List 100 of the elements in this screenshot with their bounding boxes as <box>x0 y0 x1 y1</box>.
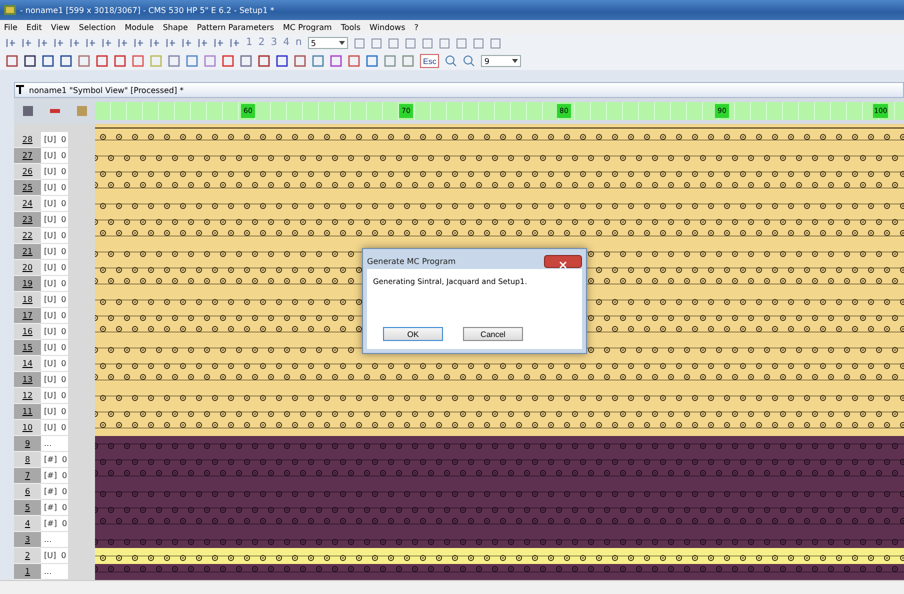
row-code: [U] 0 <box>41 324 68 340</box>
row-number[interactable]: 11 <box>14 404 41 420</box>
toolbar-number[interactable]: 3 <box>270 37 278 49</box>
toolbar-icon[interactable] <box>388 38 399 48</box>
drawing-tool-icon[interactable] <box>294 55 306 67</box>
row-number[interactable]: 7 <box>14 468 41 484</box>
menu-item[interactable]: Selection <box>78 22 116 32</box>
menu-item[interactable]: Windows <box>370 22 406 32</box>
row-value: 0 <box>61 151 66 160</box>
app-icon <box>4 5 16 15</box>
menu-item[interactable]: MC Program <box>283 22 332 32</box>
toolbar-icon[interactable] <box>490 38 501 48</box>
row-value: 0 <box>61 375 66 384</box>
window-title: - noname1 [599 x 3018/3067] - CMS 530 HP 5" E 6.2 - Setup1 * <box>20 6 274 14</box>
menu-item[interactable]: Pattern Parameters <box>196 22 274 32</box>
toolbar-icon[interactable] <box>422 38 433 48</box>
toolbar-number[interactable]: n <box>296 37 302 49</box>
cancel-button[interactable]: Cancel <box>463 327 523 341</box>
row-code: [U] 0 <box>41 180 68 196</box>
toolbar-number[interactable]: 1 <box>246 37 252 49</box>
row-number[interactable]: 21 <box>14 244 41 260</box>
menu-item[interactable]: ? <box>414 22 419 32</box>
row-number[interactable]: 17 <box>14 308 41 324</box>
menu-item[interactable]: File <box>4 22 18 32</box>
row-number[interactable]: 1 <box>14 564 41 580</box>
row-number[interactable]: 5 <box>14 500 41 516</box>
text-icon <box>15 85 25 95</box>
drawing-tool-icon[interactable] <box>60 55 72 67</box>
toolbar-icon[interactable] <box>438 38 450 48</box>
row-value: 0 <box>62 471 68 480</box>
row-code: ... <box>41 564 68 580</box>
drawing-tool-icon[interactable] <box>6 55 18 67</box>
toolbar-number[interactable]: 2 <box>258 37 265 49</box>
row-number[interactable]: 3 <box>14 532 41 548</box>
row-value: 0 <box>62 519 68 528</box>
row-code: [U] 0 <box>41 372 68 388</box>
row-code: [#] 0 <box>41 468 68 484</box>
zoom-out-icon[interactable] <box>463 55 476 67</box>
row-number[interactable]: 23 <box>14 212 41 228</box>
ok-button[interactable]: OK <box>383 327 443 341</box>
close-button[interactable] <box>544 254 582 268</box>
menu-item[interactable]: Edit <box>26 22 42 32</box>
drawing-tool-icon[interactable] <box>258 55 270 67</box>
drawing-tool-icon[interactable] <box>114 55 126 67</box>
row-value: 0 <box>62 487 68 496</box>
zoom-combo[interactable]: 9 <box>481 55 522 67</box>
row-code: [U] 0 <box>41 340 68 356</box>
size-combo[interactable]: 5 <box>308 37 348 49</box>
row-value: 0 <box>61 423 66 432</box>
drawing-tool-icon[interactable] <box>42 55 54 67</box>
row-value: 0 <box>61 167 66 176</box>
row-value: 0 <box>61 551 66 560</box>
row-code: [U] 0 <box>41 308 68 324</box>
dialog-title: Generate MC Program <box>367 256 456 266</box>
row-value: 0 <box>61 247 66 256</box>
menu-item[interactable]: Shape <box>162 22 188 32</box>
row-number[interactable]: 27 <box>14 148 41 164</box>
row-code: [U] 0 <box>41 388 68 404</box>
row-value: 0 <box>61 135 66 144</box>
toolbar-icon[interactable] <box>472 38 484 48</box>
row-value: 0 <box>61 311 66 320</box>
row-code: [U] 0 <box>41 292 68 308</box>
grid-icon[interactable] <box>22 105 34 117</box>
row-code: [U] 0 <box>41 260 68 276</box>
menu-item[interactable]: View <box>50 22 70 32</box>
caret-icon <box>338 41 345 45</box>
drawing-tool-icon[interactable] <box>96 55 108 67</box>
toolbar-icon[interactable] <box>354 38 365 48</box>
toolbar-icon[interactable] <box>370 38 382 48</box>
row-number[interactable]: 19 <box>14 276 41 292</box>
toolbar-number[interactable]: 4 <box>283 37 290 49</box>
row-number[interactable]: 13 <box>14 372 41 388</box>
menu-item[interactable]: Module <box>124 22 154 32</box>
row-code: [#] 0 <box>41 484 68 500</box>
escape-button[interactable]: Esc <box>420 54 440 68</box>
toolbar-icon[interactable] <box>404 38 416 48</box>
drawing-tool-icon[interactable] <box>24 55 36 67</box>
zoom-in-icon[interactable] <box>445 55 458 67</box>
row-code: [U] 0 <box>41 228 68 244</box>
row-code: [U] 0 <box>41 132 68 148</box>
row-value: 0 <box>61 407 66 416</box>
row-value: 0 <box>61 183 66 192</box>
row-value: 0 <box>61 295 66 304</box>
row-number[interactable]: 9 <box>14 436 41 452</box>
row-value: 0 <box>62 503 68 512</box>
menu-item[interactable]: Tools <box>340 22 361 32</box>
drawing-tool-icon[interactable] <box>276 55 288 67</box>
row-number[interactable]: 15 <box>14 340 41 356</box>
toolbar-icon[interactable] <box>456 38 467 48</box>
row-value: 0 <box>61 359 66 368</box>
row-code: [U] 0 <box>41 148 68 164</box>
row-number[interactable]: 25 <box>14 180 41 196</box>
row-value: 0 <box>61 263 66 272</box>
swatch-icon[interactable] <box>76 105 88 117</box>
row-code: ... <box>41 436 68 452</box>
row-code: [#] 0 <box>41 500 68 516</box>
caret-icon <box>512 59 518 63</box>
row-value: 0 <box>61 231 66 240</box>
row-value: 0 <box>61 343 66 352</box>
row-code: [U] 0 <box>41 196 68 212</box>
